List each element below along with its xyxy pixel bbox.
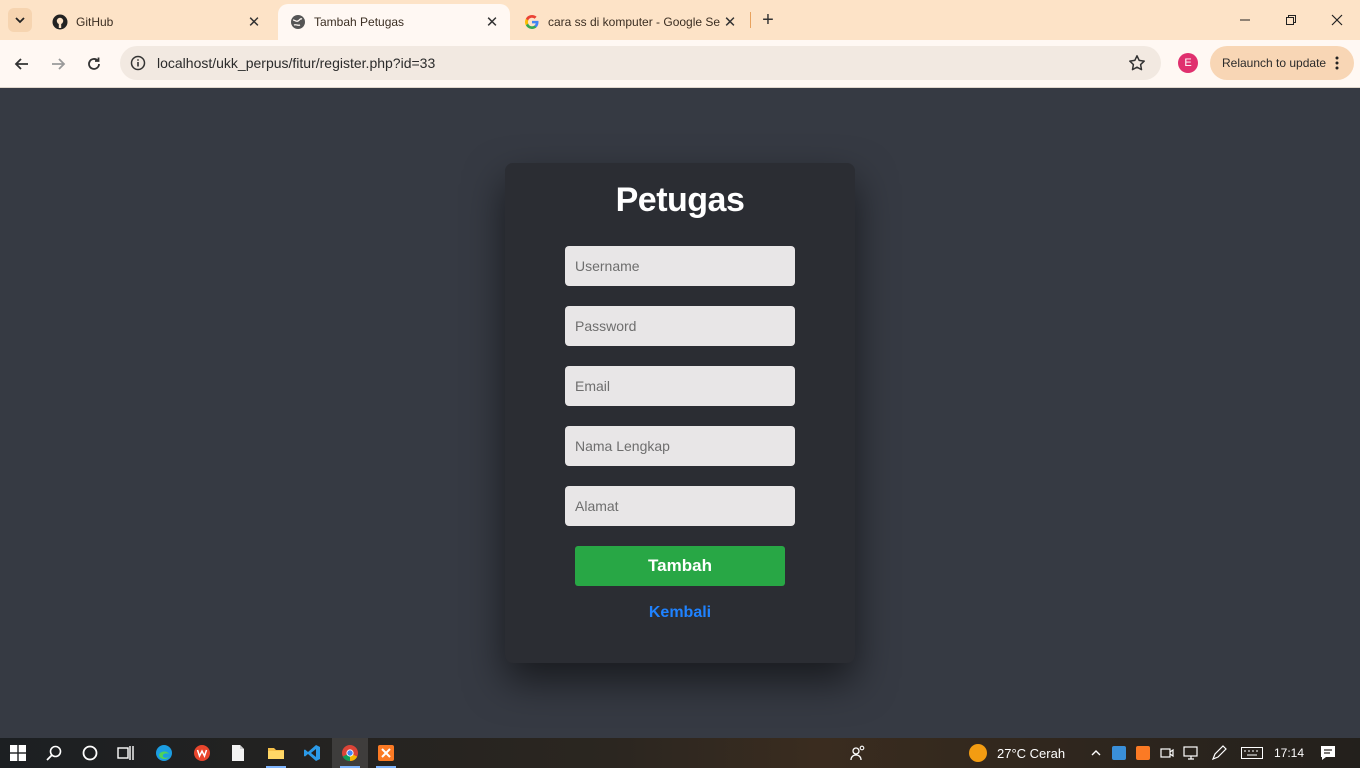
bookmark-star-icon[interactable] [1127, 53, 1147, 73]
chrome-icon [342, 745, 358, 762]
vscode-icon [304, 745, 320, 761]
forward-button[interactable] [44, 50, 72, 78]
email-input[interactable] [565, 366, 795, 406]
nama-lengkap-input[interactable] [565, 426, 795, 466]
more-menu-icon[interactable] [1330, 56, 1344, 70]
clock[interactable]: 17:14 [1274, 746, 1304, 760]
close-tab-icon[interactable]: ✕ [720, 12, 740, 32]
tab-github[interactable]: GitHub ✕ [40, 4, 272, 40]
people-icon [850, 745, 865, 761]
people-button[interactable] [840, 738, 876, 768]
close-tab-icon[interactable]: ✕ [482, 12, 502, 32]
relaunch-button[interactable]: Relaunch to update [1210, 46, 1354, 80]
weather-widget[interactable] [960, 738, 996, 768]
google-icon [524, 14, 540, 30]
task-view-icon [117, 746, 134, 760]
sun-icon [969, 744, 987, 762]
reload-icon [88, 57, 100, 70]
restore-icon [1286, 15, 1296, 25]
tab-google-search[interactable]: cara ss di komputer - Google Se ✕ [512, 4, 748, 40]
github-icon [52, 14, 68, 30]
back-button[interactable] [8, 50, 36, 78]
start-button[interactable] [0, 738, 36, 768]
cortana-icon [82, 745, 98, 761]
url-text[interactable]: localhost/ukk_perpus/fitur/register.php?… [157, 55, 435, 71]
search-icon [46, 745, 62, 761]
new-tab-button[interactable]: + [756, 8, 780, 32]
site-info-icon[interactable] [128, 53, 148, 73]
password-input[interactable] [565, 306, 795, 346]
relaunch-label: Relaunch to update [1222, 56, 1327, 70]
wps-icon [194, 745, 210, 761]
restore-button[interactable] [1268, 0, 1314, 40]
close-icon [1331, 14, 1343, 26]
weather-text[interactable]: 27°C Cerah [997, 746, 1065, 761]
cortana-button[interactable] [72, 738, 108, 768]
pen-icon [1211, 745, 1227, 761]
tab-title: Tambah Petugas [314, 15, 405, 29]
xampp-icon [378, 745, 394, 761]
xampp-tray-icon [1136, 746, 1150, 760]
close-window-button[interactable] [1314, 0, 1360, 40]
notifications-button[interactable] [1310, 738, 1346, 768]
notification-icon [1321, 746, 1335, 760]
xampp-taskbar-item[interactable] [368, 738, 404, 768]
profile-avatar[interactable]: E [1178, 53, 1198, 73]
notepad-taskbar-item[interactable] [220, 738, 256, 768]
reload-button[interactable] [80, 50, 108, 78]
wps-taskbar-item[interactable] [184, 738, 220, 768]
tab-tambah-petugas[interactable]: Tambah Petugas ✕ [278, 4, 510, 40]
tab-separator [750, 12, 751, 28]
tab-search-button[interactable] [8, 8, 32, 32]
chevron-up-icon [1091, 750, 1101, 756]
alamat-input[interactable] [565, 486, 795, 526]
minimize-button[interactable] [1222, 0, 1268, 40]
app-tray-icon [1112, 746, 1126, 760]
tab-title: GitHub [76, 15, 114, 29]
folder-icon [268, 748, 284, 759]
arrow-right-icon [52, 58, 66, 70]
tray-keyboard[interactable] [1232, 738, 1272, 768]
arrow-left-icon [14, 58, 28, 70]
tab-title: cara ss di komputer - Google Se [548, 15, 720, 29]
browser-toolbar: localhost/ukk_perpus/fitur/register.php?… [0, 40, 1360, 88]
page-title: Petugas [615, 181, 745, 219]
minimize-icon [1240, 19, 1250, 21]
username-input[interactable] [565, 246, 795, 286]
tray-pen[interactable] [1202, 738, 1236, 768]
edge-taskbar-item[interactable] [146, 738, 182, 768]
tambah-button[interactable]: Tambah [575, 546, 785, 586]
tab-strip: GitHub ✕ Tambah Petugas ✕ cara ss di kom… [0, 0, 1360, 40]
windows-icon [10, 745, 26, 761]
close-tab-icon[interactable]: ✕ [244, 12, 264, 32]
globe-icon [290, 14, 306, 30]
address-bar[interactable]: localhost/ukk_perpus/fitur/register.php?… [120, 46, 1161, 80]
register-card: Petugas Tambah Kembali [505, 163, 855, 663]
edge-icon [156, 745, 172, 761]
camera-icon [1160, 748, 1174, 758]
vscode-taskbar-item[interactable] [294, 738, 330, 768]
chevron-down-icon [15, 17, 25, 24]
keyboard-icon [1241, 747, 1263, 759]
network-icon [1183, 746, 1198, 760]
file-icon [232, 745, 244, 761]
search-button[interactable] [36, 738, 72, 768]
task-view-button[interactable] [108, 738, 144, 768]
file-explorer-taskbar-item[interactable] [258, 738, 294, 768]
kembali-link[interactable]: Kembali [505, 604, 855, 622]
chrome-taskbar-item[interactable] [332, 738, 368, 768]
taskbar: 27°C Cerah 17:14 [0, 738, 1360, 768]
